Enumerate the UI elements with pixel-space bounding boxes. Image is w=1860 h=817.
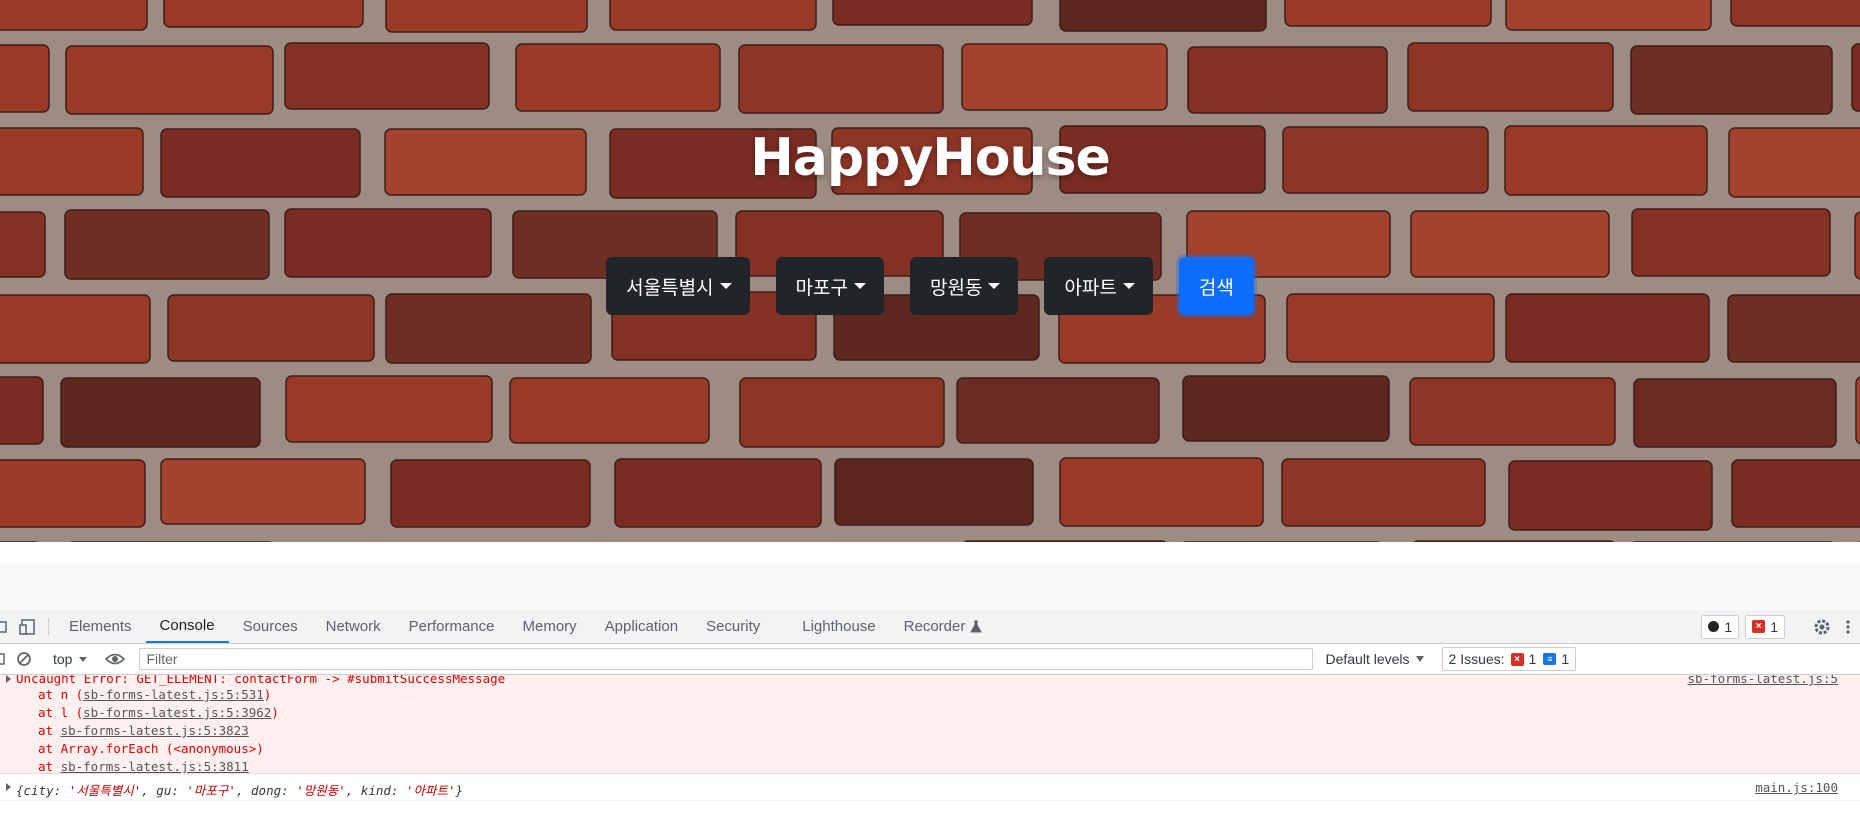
stack-frame-link[interactable]: sb-forms-latest.js:5:531 [83,687,264,702]
message-info-icon: ≡ [1543,653,1557,665]
tab-elements[interactable]: Elements [55,610,146,643]
issues-label: 2 Issues: [1448,651,1505,667]
kebab-menu-icon[interactable] [1836,619,1860,635]
device-toggle-icon[interactable] [14,610,42,643]
error-x-icon: × [1752,620,1766,633]
stack-frame-prefix: at Array.forEach (<anonymous>) [38,741,264,756]
stack-frame-prefix: at [38,723,61,738]
context-selector[interactable]: top [43,651,93,667]
devtools-tab-bar: Elements Console Sources Network Perform… [0,610,1860,644]
tab-lighthouse[interactable]: Lighthouse [788,610,889,643]
obj-key: , dong: [235,783,297,798]
stack-frame-prefix: at [38,759,61,774]
search-controls: 서울특별시 마포구 망원동 아파트 검색 [0,257,1860,315]
devtools-panel: Elements Console Sources Network Perform… [0,610,1860,817]
stack-frame-prefix: at n ( [38,687,84,702]
sidebar-toggle-icon[interactable] [0,652,10,666]
issues-info-count: 1 [1561,651,1570,667]
log-source-link[interactable]: main.js:100 [1755,780,1838,795]
expand-triangle-icon[interactable] [6,783,11,791]
dong-dropdown-label: 망원동 [929,276,983,299]
kind-dropdown[interactable]: 아파트 [1044,257,1153,315]
obj-key: , gu: [141,783,187,798]
tab-separator [48,618,49,635]
console-log-entry: {city: '서울특별시', gu: '마포구', dong: '망원동', … [0,774,1860,801]
stack-frame: at n (sb-forms-latest.js:5:531) [38,687,271,702]
tab-sources[interactable]: Sources [229,610,312,643]
stack-frame-prefix: at l ( [38,705,84,720]
log-levels-dropdown[interactable]: Default levels [1325,651,1424,667]
settings-gear-icon[interactable] [1808,618,1836,636]
console-error-message: Uncaught Error: GET_ELEMENT: contactForm… [0,675,1860,774]
clear-console-icon[interactable] [10,651,38,667]
chevron-down-icon [853,283,866,289]
issues-button[interactable]: 2 Issues: × 1 ≡ 1 [1441,647,1577,671]
tab-recorder-label: Recorder [903,618,966,635]
eye-icon[interactable] [98,652,132,666]
tab-security[interactable]: Security [692,610,788,643]
tab-recorder[interactable]: Recorder [890,610,997,643]
obj-value: '아파트' [405,783,456,798]
issues-error-count: 1 [1528,651,1537,667]
obj-key: , kind: [345,783,406,798]
stack-frame: at Array.forEach (<anonymous>) [38,741,264,756]
error-source-link[interactable]: sb-forms-latest.js:5 [1687,675,1838,686]
city-dropdown[interactable]: 서울특별시 [606,257,750,315]
tab-console[interactable]: Console [145,610,229,643]
dong-dropdown[interactable]: 망원동 [909,257,1019,315]
errors-count[interactable]: × 1 [1745,614,1785,639]
stack-frame-link[interactable]: sb-forms-latest.js:5:3823 [61,723,249,738]
error-text: Uncaught Error: GET_ELEMENT: contactForm… [16,675,506,686]
obj-brace: { [16,783,24,798]
tab-memory[interactable]: Memory [509,610,591,643]
chevron-down-icon [988,283,1001,289]
stack-frame-link[interactable]: sb-forms-latest.js:5:3962 [83,705,271,720]
messages-count[interactable]: 1 [1701,614,1740,639]
obj-value: '마포구' [186,783,236,798]
logged-object[interactable]: {city: '서울특별시', gu: '마포구', dong: '망원동', … [16,780,463,799]
inspect-icon[interactable] [0,610,14,643]
page-blank-area [0,542,1860,610]
console-filter-input[interactable] [139,648,1314,670]
context-selector-value: top [53,651,73,667]
stack-frame: at sb-forms-latest.js:5:3823 [38,723,249,738]
site-title: HappyHouse [750,128,1110,188]
obj-key: city: [23,783,69,798]
search-button[interactable]: 검색 [1178,257,1254,315]
stack-frame: at sb-forms-latest.js:5:3811 [38,759,249,774]
expand-triangle-icon[interactable] [6,675,11,683]
log-levels-label: Default levels [1325,651,1410,667]
errors-count-value: 1 [1770,618,1778,635]
messages-count-value: 1 [1724,618,1733,635]
message-dot-icon [1708,621,1720,632]
chevron-down-icon [1415,656,1424,662]
chevron-down-icon [719,283,732,289]
stack-frame-suffix: ) [271,705,279,720]
kind-dropdown-label: 아파트 [1064,276,1117,299]
stack-frame-suffix: ) [263,687,272,702]
stack-frame-link[interactable]: sb-forms-latest.js:5:3811 [61,759,249,773]
tab-performance[interactable]: Performance [395,610,509,643]
console-toolbar: top Default levels 2 Issues: × 1 ≡ 1 [0,644,1860,675]
chevron-down-icon [79,656,88,662]
hero-section: HappyHouse 서울특별시 마포구 망원동 아파트 검색 [0,0,1860,542]
tab-application[interactable]: Application [591,610,692,643]
city-dropdown-label: 서울특별시 [626,276,714,299]
gu-dropdown-label: 마포구 [795,276,848,299]
obj-value: '서울특별시' [68,783,142,798]
devtools-status-area: 1 × 1 [1701,610,1860,643]
recorder-flask-icon [970,620,983,632]
error-x-icon: × [1510,652,1524,666]
chevron-down-icon [1122,283,1135,289]
obj-brace: } [455,783,464,798]
tab-network[interactable]: Network [312,610,395,643]
stack-frame: at l (sb-forms-latest.js:5:3962) [38,705,279,720]
gu-dropdown[interactable]: 마포구 [775,257,884,315]
obj-value: '망원동' [296,783,346,798]
